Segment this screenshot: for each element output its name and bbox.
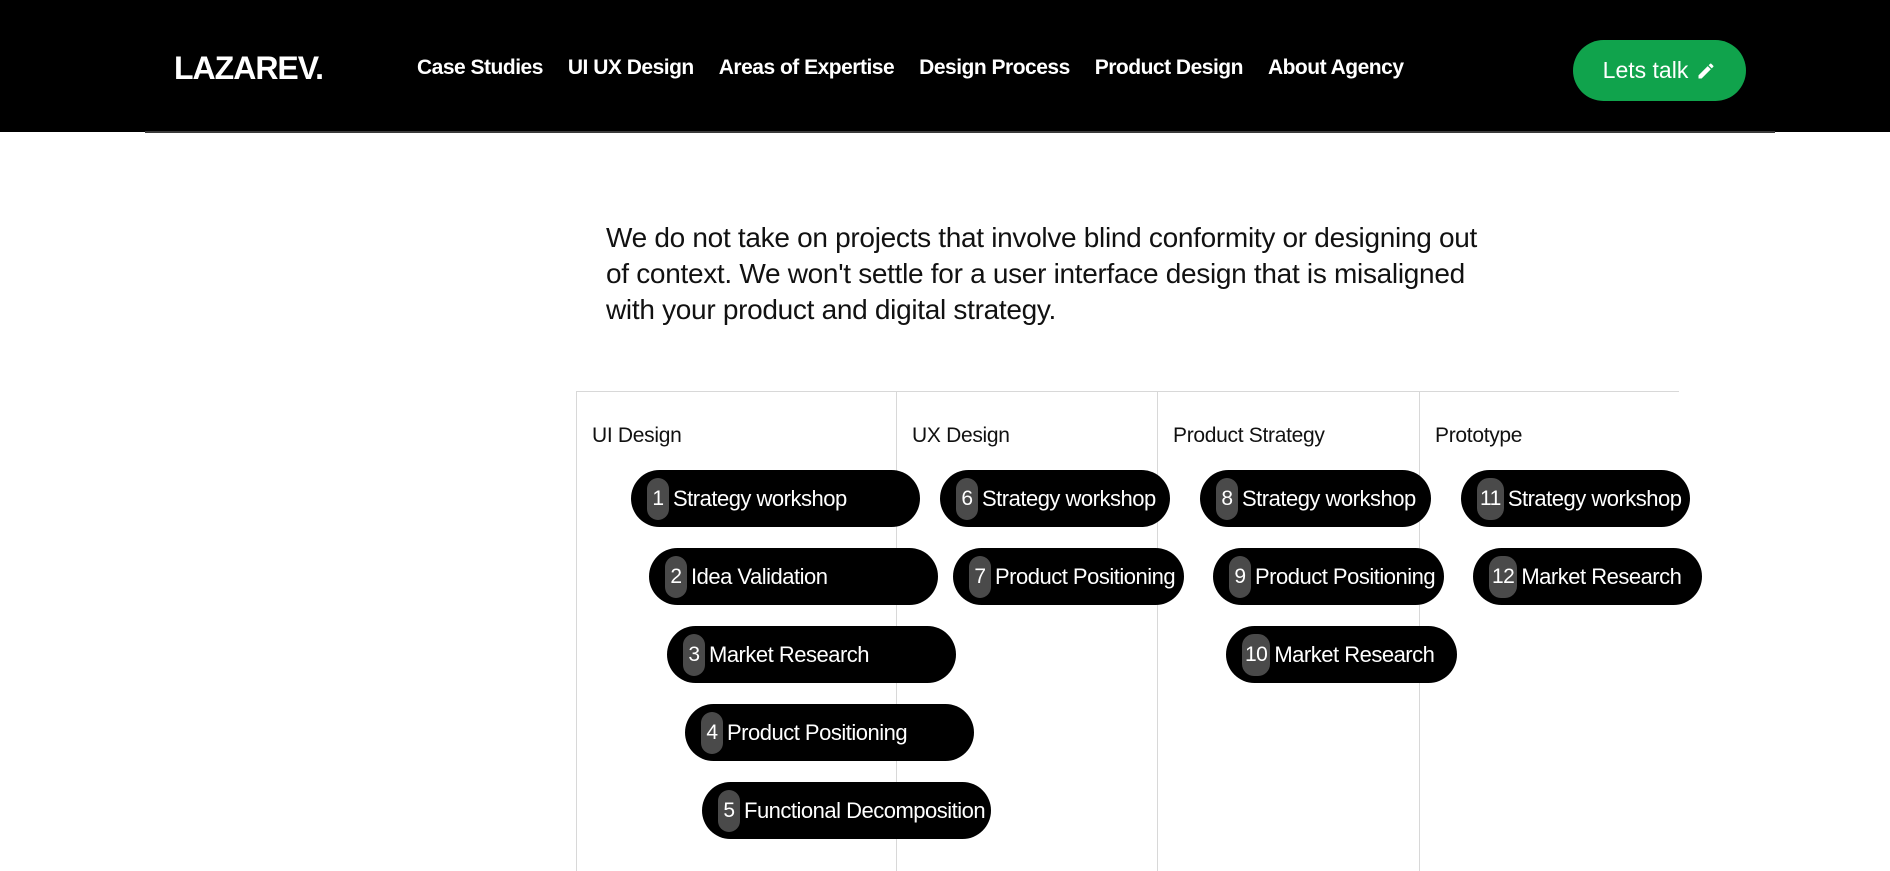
step-pill[interactable]: 6 Strategy workshop [940,470,1170,527]
step-number: 3 [683,633,705,676]
step-label: Strategy workshop [673,485,847,511]
step-pill[interactable]: 8 Strategy workshop [1200,470,1431,527]
step-label: Idea Validation [691,563,828,589]
column-title-product-strategy: Product Strategy [1173,424,1325,447]
step-label: Market Research [1521,563,1682,589]
logo[interactable]: LAZAREV. [174,50,324,87]
step-pill[interactable]: 4 Product Positioning [685,704,974,761]
step-number: 8 [1216,477,1238,520]
step-number: 4 [701,711,723,754]
step-label: Market Research [1274,641,1435,667]
step-pill[interactable]: 9 Product Positioning [1213,548,1444,605]
nav-item-design-process[interactable]: Design Process [919,56,1070,80]
step-label: Strategy workshop [1507,485,1682,511]
step-label: Product Positioning [727,719,908,745]
step-pill[interactable]: 10 Market Research [1226,626,1457,683]
step-label: Strategy workshop [1242,485,1416,511]
step-number: 1 [647,477,669,520]
column-divider [576,391,577,871]
step-label: Market Research [709,641,870,667]
step-pill[interactable]: 12 Market Research [1473,548,1702,605]
step-label: Product Positioning [1255,563,1436,589]
step-number: 2 [665,555,687,598]
site-header: LAZAREV. Case Studies UI UX Design Areas… [0,0,1890,132]
column-divider [1157,391,1158,871]
column-title-ux-design: UX Design [912,424,1010,447]
nav-item-about-agency[interactable]: About Agency [1268,56,1404,80]
process-grid-top-divider [576,391,1679,392]
step-label: Functional Decomposition [744,797,986,823]
step-pill[interactable]: 2 Idea Validation [649,548,938,605]
step-number: 10 [1242,633,1271,676]
header-divider [145,131,1775,133]
nav-item-product-design[interactable]: Product Design [1095,56,1244,80]
step-label: Strategy workshop [982,485,1156,511]
step-number: 6 [956,477,978,520]
nav-item-areas-of-expertise[interactable]: Areas of Expertise [719,56,895,80]
step-number: 12 [1489,555,1518,598]
lets-talk-label: Lets talk [1602,57,1689,83]
step-number: 9 [1229,555,1251,598]
step-label: Product Positioning [995,563,1176,589]
column-title-ui-design: UI Design [592,424,682,447]
step-pill[interactable]: 5 Functional Decomposition [702,782,991,839]
step-number: 5 [718,789,740,832]
pencil-icon [1698,62,1714,78]
step-pill[interactable]: 3 Market Research [667,626,956,683]
step-pill[interactable]: 1 Strategy workshop [631,470,920,527]
step-pill[interactable]: 11 Strategy workshop [1461,470,1690,527]
column-title-prototype: Prototype [1435,424,1523,447]
nav-item-ui-ux-design[interactable]: UI UX Design [568,56,694,80]
intro-paragraph: We do not take on projects that involve … [606,222,1477,325]
step-number: 11 [1477,477,1504,520]
main-nav: Case Studies UI UX Design Areas of Exper… [417,56,1404,80]
lets-talk-button[interactable]: Lets talk [1573,40,1746,101]
step-number: 7 [969,555,991,598]
nav-item-case-studies[interactable]: Case Studies [417,56,543,80]
step-pill[interactable]: 7 Product Positioning [953,548,1184,605]
